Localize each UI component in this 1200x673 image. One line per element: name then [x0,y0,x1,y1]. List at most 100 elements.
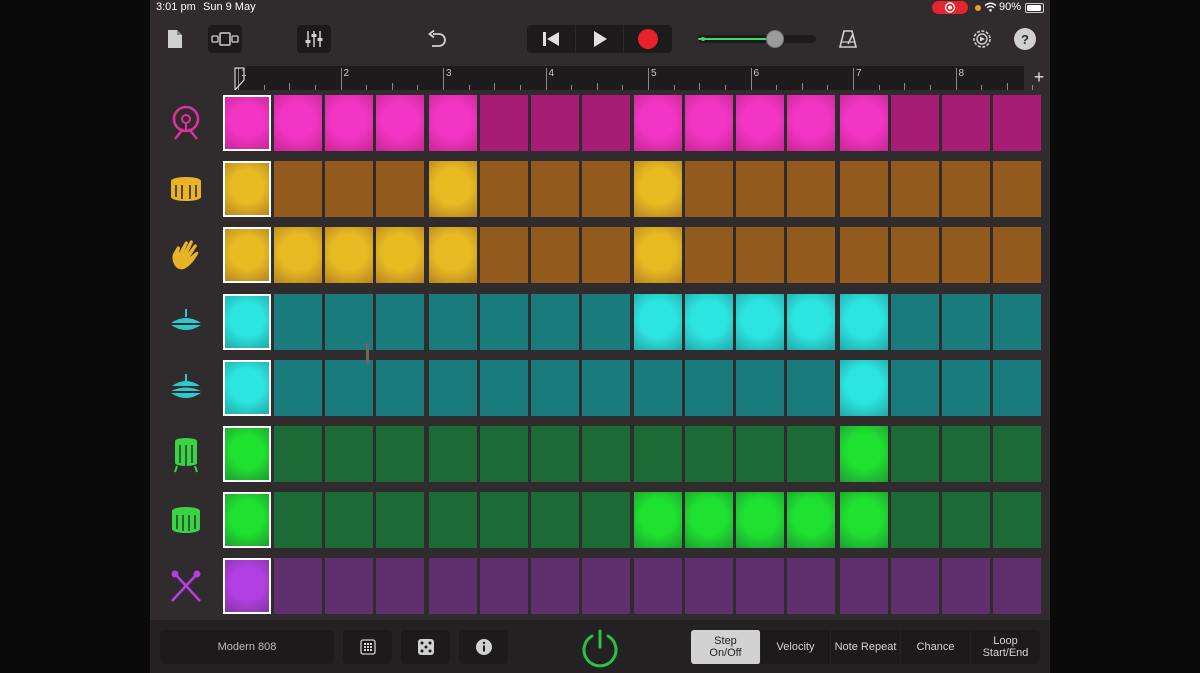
step-pad-closed-hi-hat-7[interactable] [530,293,579,350]
step-pad-clap-3[interactable] [325,227,373,284]
help-icon[interactable]: ? [1014,28,1036,50]
step-pad-open-hi-hat-5[interactable] [428,359,477,416]
step-pad-clap-2[interactable] [274,227,322,284]
step-pad-open-hi-hat-13[interactable] [839,359,888,416]
step-pad-clap-8[interactable] [581,227,630,284]
step-pad-tom-high-9[interactable] [634,426,682,482]
master-volume-slider[interactable] [698,30,816,48]
step-pad-closed-hi-hat-5[interactable] [428,293,477,350]
step-pad-snare-drum-11[interactable] [736,161,784,218]
step-pad-clap-14[interactable] [890,227,939,284]
step-pad-tom-low-8[interactable] [581,492,630,549]
step-pad-clap-13[interactable] [839,227,888,284]
step-pad-kick-drum-2[interactable] [274,95,322,151]
step-pad-closed-hi-hat-6[interactable] [479,293,528,350]
step-pad-open-hi-hat-14[interactable] [890,359,939,416]
step-pad-clap-15[interactable] [941,227,990,284]
step-pad-percussion-sticks-7[interactable] [530,558,579,615]
step-pad-kick-drum-11[interactable] [736,95,784,151]
step-pad-tom-low-10[interactable] [685,492,733,549]
step-pad-kick-drum-9[interactable] [634,95,682,151]
step-pad-tom-low-16[interactable] [992,492,1041,549]
step-pad-kick-drum-12[interactable] [787,95,835,151]
step-pad-snare-drum-4[interactable] [376,161,424,218]
step-pad-kick-drum-3[interactable] [325,95,373,151]
step-pad-kick-drum-16[interactable] [992,95,1041,151]
step-pad-closed-hi-hat-4[interactable] [376,293,424,350]
step-pad-open-hi-hat-15[interactable] [941,359,990,416]
playhead-marker[interactable] [234,66,246,90]
step-pad-tom-low-9[interactable] [634,492,682,549]
step-pad-snare-drum-5[interactable] [428,161,477,218]
mode-step-on-off[interactable]: Step On/Off [691,630,761,664]
step-pad-closed-hi-hat-10[interactable] [685,293,733,350]
step-pad-clap-11[interactable] [736,227,784,284]
metronome-icon[interactable] [836,27,860,51]
step-pad-tom-low-14[interactable] [890,492,939,549]
panel-resize-handle[interactable] [366,343,369,365]
step-pad-snare-drum-10[interactable] [685,161,733,218]
mode-velocity[interactable]: Velocity [761,630,831,664]
step-pad-open-hi-hat-8[interactable] [581,359,630,416]
step-pad-snare-drum-8[interactable] [581,161,630,218]
step-pad-percussion-sticks-16[interactable] [992,558,1041,615]
step-pad-closed-hi-hat-9[interactable] [634,293,682,350]
step-pad-open-hi-hat-9[interactable] [634,359,682,416]
step-pad-tom-low-4[interactable] [376,492,424,549]
step-pad-percussion-sticks-4[interactable] [376,558,424,615]
step-pad-percussion-sticks-13[interactable] [839,558,888,615]
mode-loop-start-end[interactable]: Loop Start/End [971,630,1040,664]
step-pad-tom-low-3[interactable] [325,492,373,549]
screen-recording-indicator[interactable] [932,1,968,14]
step-pad-clap-4[interactable] [376,227,424,284]
step-pad-tom-high-5[interactable] [428,426,477,482]
drumsticks-icon[interactable] [164,564,208,608]
step-pad-kick-drum-4[interactable] [376,95,424,151]
step-pad-open-hi-hat-1[interactable] [223,359,271,416]
volume-knob[interactable] [765,30,784,48]
step-pad-kick-drum-13[interactable] [839,95,888,151]
step-pad-closed-hi-hat-12[interactable] [787,293,835,350]
step-pad-clap-10[interactable] [685,227,733,284]
step-pad-closed-hi-hat-2[interactable] [274,293,322,350]
step-pad-closed-hi-hat-14[interactable] [890,293,939,350]
step-pad-tom-low-7[interactable] [530,492,579,549]
step-pad-tom-low-15[interactable] [941,492,990,549]
step-pad-kick-drum-10[interactable] [685,95,733,151]
step-pad-percussion-sticks-9[interactable] [634,558,682,615]
step-pad-open-hi-hat-2[interactable] [274,359,322,416]
step-pad-open-hi-hat-4[interactable] [376,359,424,416]
kick-drum-icon[interactable] [164,101,208,145]
step-pad-closed-hi-hat-15[interactable] [941,293,990,350]
step-pad-percussion-sticks-15[interactable] [941,558,990,615]
step-pad-tom-high-11[interactable] [736,426,784,482]
step-pad-percussion-sticks-5[interactable] [428,558,477,615]
floor-tom-icon[interactable] [164,498,208,542]
step-pad-kick-drum-6[interactable] [479,95,528,151]
step-pad-open-hi-hat-3[interactable] [325,359,373,416]
step-pad-snare-drum-1[interactable] [223,161,271,218]
step-pad-closed-hi-hat-13[interactable] [839,293,888,350]
mode-note-repeat[interactable]: Note Repeat [831,630,901,664]
step-pad-tom-high-2[interactable] [274,426,322,482]
step-pad-tom-low-5[interactable] [428,492,477,549]
step-pad-snare-drum-2[interactable] [274,161,322,218]
step-pad-tom-high-6[interactable] [479,426,528,482]
timeline-ruler[interactable]: 12345678 [234,66,1034,90]
step-pad-tom-high-1[interactable] [223,426,271,482]
step-pad-snare-drum-3[interactable] [325,161,373,218]
step-pad-tom-high-13[interactable] [839,426,888,482]
step-pad-tom-high-12[interactable] [787,426,835,482]
step-pad-open-hi-hat-6[interactable] [479,359,528,416]
step-pad-kick-drum-5[interactable] [428,95,477,151]
step-pad-tom-low-1[interactable] [223,492,271,549]
step-pad-clap-16[interactable] [992,227,1041,284]
step-pad-clap-5[interactable] [428,227,477,284]
step-pad-tom-high-10[interactable] [685,426,733,482]
snare-drum-icon[interactable] [164,167,208,211]
hand-clap-icon[interactable] [164,233,208,277]
step-pad-open-hi-hat-10[interactable] [685,359,733,416]
step-pad-percussion-sticks-2[interactable] [274,558,322,615]
kit-name-button[interactable]: Modern 808 [160,630,334,664]
grid-button[interactable] [343,630,392,664]
